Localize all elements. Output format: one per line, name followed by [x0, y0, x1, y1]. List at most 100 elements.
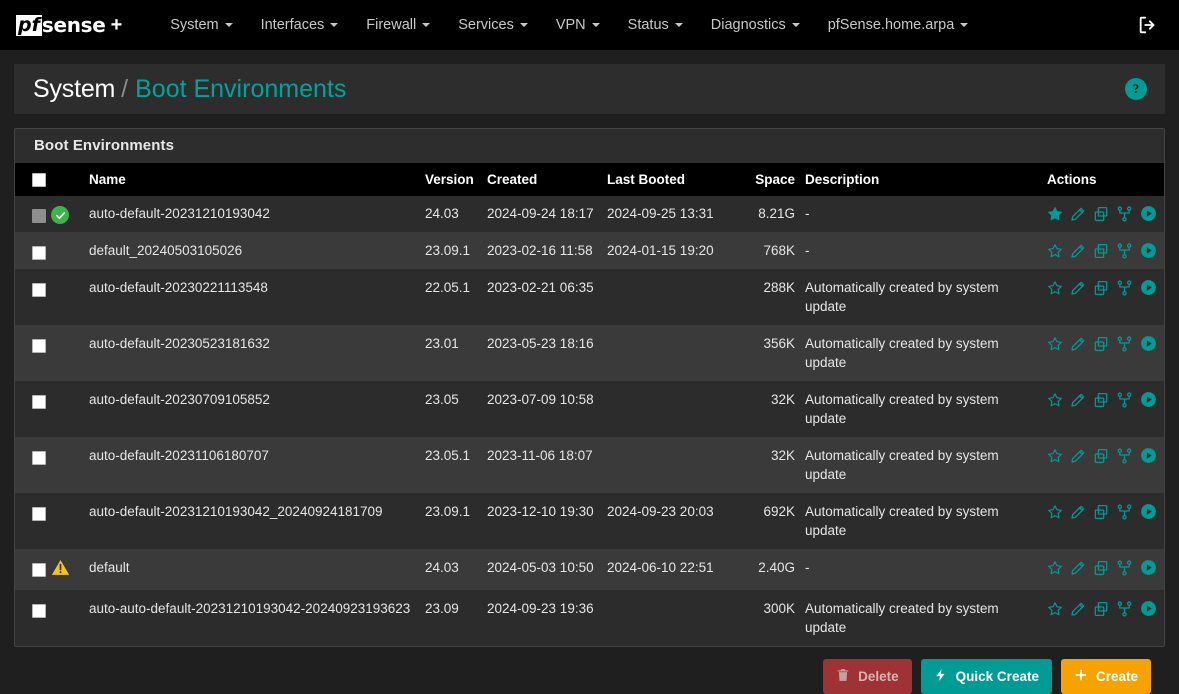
clone-icon[interactable]	[1093, 560, 1109, 576]
status-header	[51, 163, 89, 196]
table-row[interactable]: auto-auto-default-20231210193042-2024092…	[15, 590, 1165, 647]
play-icon[interactable]	[1140, 600, 1157, 617]
table-row[interactable]: auto-default-20231106180707 23.05.1 2023-1…	[15, 437, 1165, 494]
pencil-icon[interactable]	[1070, 280, 1086, 296]
row-last-booted: 2024-06-10 22:51	[607, 560, 714, 576]
clone-icon[interactable]	[1093, 336, 1109, 352]
column-header-space[interactable]: Space	[749, 163, 805, 196]
row-checkbox[interactable]	[32, 338, 46, 353]
pencil-icon[interactable]	[1070, 560, 1086, 576]
row-space: 768K	[763, 243, 795, 259]
play-icon[interactable]	[1140, 447, 1157, 464]
column-header-description[interactable]: Description	[805, 163, 1047, 196]
clone-icon[interactable]	[1093, 392, 1109, 408]
pencil-icon[interactable]	[1070, 504, 1086, 520]
trash-icon[interactable]	[1164, 448, 1165, 464]
column-header-version[interactable]: Version	[425, 163, 487, 196]
column-header-name[interactable]: Name	[89, 163, 425, 196]
table-row[interactable]: default_20240503105026 23.09.1 2023-02-16 …	[15, 232, 1165, 270]
star-icon[interactable]	[1047, 392, 1063, 408]
sign-out-icon[interactable]	[1137, 14, 1159, 36]
sitemap-icon[interactable]	[1116, 560, 1133, 576]
star-icon[interactable]	[1047, 504, 1063, 520]
table-row[interactable]: default 24.03 2024-05-03 10:50 2024-06-10 2…	[15, 549, 1165, 591]
clone-icon[interactable]	[1093, 280, 1109, 296]
trash-icon[interactable]	[1164, 280, 1165, 296]
trash-icon[interactable]	[1164, 560, 1165, 576]
clone-icon[interactable]	[1093, 504, 1109, 520]
star-icon[interactable]	[1047, 280, 1063, 296]
clone-icon[interactable]	[1093, 243, 1109, 259]
row-checkbox[interactable]	[32, 245, 46, 260]
clone-icon[interactable]	[1093, 601, 1109, 617]
row-checkbox[interactable]	[32, 394, 46, 409]
nav-item-status[interactable]: Status	[614, 11, 697, 39]
sitemap-icon[interactable]	[1116, 280, 1133, 296]
trash-icon[interactable]	[1164, 336, 1165, 352]
pencil-icon[interactable]	[1070, 448, 1086, 464]
sitemap-icon[interactable]	[1116, 448, 1133, 464]
pencil-icon[interactable]	[1070, 601, 1086, 617]
row-created: 2024-05-03 10:50	[487, 560, 594, 576]
row-version: 23.01	[425, 336, 459, 352]
row-status-cell	[51, 381, 89, 437]
select-all-checkbox[interactable]	[32, 173, 46, 188]
sitemap-icon[interactable]	[1116, 392, 1133, 408]
nav-item-firewall[interactable]: Firewall	[352, 11, 444, 39]
pfsense-logo[interactable]: pf sense +	[16, 13, 122, 37]
play-icon[interactable]	[1140, 335, 1157, 352]
trash-icon[interactable]	[1164, 243, 1165, 259]
nav-item-services[interactable]: Services	[444, 11, 542, 39]
play-icon[interactable]	[1140, 279, 1157, 296]
sitemap-icon[interactable]	[1116, 243, 1133, 259]
sitemap-icon[interactable]	[1116, 336, 1133, 352]
trash-icon[interactable]	[1164, 504, 1165, 520]
row-checkbox[interactable]	[32, 603, 46, 618]
row-last-booted: 2024-09-23 20:03	[607, 504, 714, 520]
star-icon[interactable]	[1047, 601, 1063, 617]
column-header-created[interactable]: Created	[487, 163, 607, 196]
table-row[interactable]: auto-default-20231210193042_202409241817…	[15, 493, 1165, 550]
row-checkbox[interactable]	[32, 562, 46, 577]
play-icon[interactable]	[1140, 205, 1157, 222]
trash-icon[interactable]	[1164, 601, 1165, 617]
clone-icon[interactable]	[1093, 206, 1109, 222]
play-icon[interactable]	[1140, 242, 1157, 259]
nav-item-vpn[interactable]: VPN	[542, 11, 614, 39]
star-icon[interactable]	[1047, 336, 1063, 352]
clone-icon[interactable]	[1093, 448, 1109, 464]
star-icon[interactable]	[1047, 560, 1063, 576]
nav-item-hostname[interactable]: pfSense.home.arpa	[814, 11, 983, 39]
table-row[interactable]: auto-default-20231210193042 24.03 2024-09-…	[15, 196, 1164, 233]
nav-item-system[interactable]: System	[156, 11, 246, 39]
nav-item-interfaces[interactable]: Interfaces	[247, 11, 353, 39]
row-actions	[1047, 204, 1164, 222]
row-checkbox[interactable]	[32, 450, 46, 465]
table-row[interactable]: auto-default-20230709105852 23.05 2023-07-…	[15, 381, 1165, 438]
help-icon[interactable]: ?	[1125, 78, 1147, 100]
sitemap-icon[interactable]	[1116, 601, 1133, 617]
star-icon[interactable]	[1047, 448, 1063, 464]
pencil-icon[interactable]	[1070, 392, 1086, 408]
column-header-last-booted[interactable]: Last Booted	[607, 163, 749, 196]
sitemap-icon[interactable]	[1116, 206, 1133, 222]
row-version: 23.09.1	[425, 243, 471, 259]
play-icon[interactable]	[1140, 391, 1157, 408]
row-checkbox[interactable]	[32, 506, 46, 521]
star-icon[interactable]	[1047, 243, 1063, 259]
pencil-icon[interactable]	[1070, 206, 1086, 222]
row-created: 2023-11-06 18:07	[487, 448, 593, 464]
pencil-icon[interactable]	[1070, 336, 1086, 352]
row-select-cell	[15, 325, 51, 381]
sitemap-icon[interactable]	[1116, 504, 1133, 520]
star-icon[interactable]	[1047, 206, 1063, 222]
row-checkbox[interactable]	[32, 282, 46, 297]
trash-icon[interactable]	[1164, 392, 1165, 408]
pencil-icon[interactable]	[1070, 243, 1086, 259]
table-row[interactable]: auto-default-20230221113548 22.05.1 2023-0…	[15, 269, 1165, 326]
nav-item-diagnostics[interactable]: Diagnostics	[697, 11, 814, 39]
play-icon[interactable]	[1140, 559, 1157, 576]
play-icon[interactable]	[1140, 503, 1157, 520]
table-row[interactable]: auto-default-20230523181632 23.01 2023-05-…	[15, 325, 1165, 382]
breadcrumb-parent[interactable]: System	[33, 75, 115, 104]
